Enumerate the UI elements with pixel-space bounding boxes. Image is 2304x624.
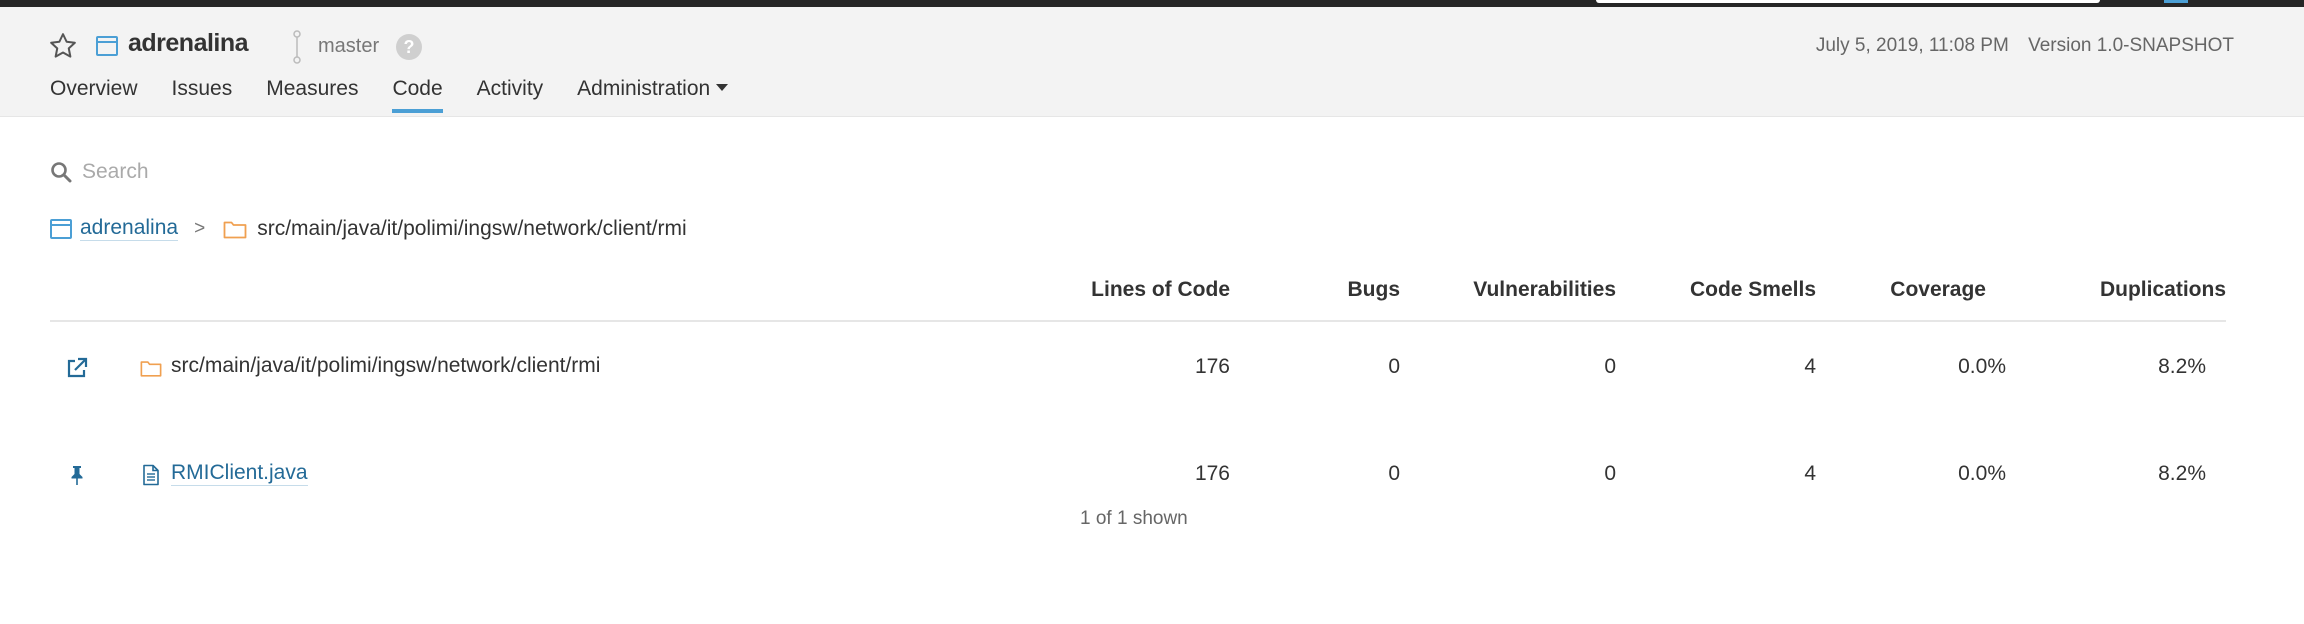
cell-code-smells[interactable]: 4 xyxy=(1804,462,1816,486)
column-bugs[interactable]: Bugs xyxy=(1348,278,1401,302)
project-nav: Overview Issues Measures Code Activity A… xyxy=(50,77,762,113)
top-navbar xyxy=(0,0,2304,7)
cell-bugs[interactable]: 0 xyxy=(1388,355,1400,379)
tab-administration[interactable]: Administration xyxy=(577,77,729,113)
column-code-smells[interactable]: Code Smells xyxy=(1690,278,1816,302)
project-version: Version 1.0-SNAPSHOT xyxy=(2028,35,2234,56)
tab-overview[interactable]: Overview xyxy=(50,77,138,113)
analysis-date: July 5, 2019, 11:08 PM xyxy=(1815,35,2009,56)
table-row: RMIClient.java 176 0 0 4 0.0% 8.2% xyxy=(50,452,2226,502)
code-search xyxy=(50,160,482,184)
help-icon[interactable]: ? xyxy=(396,34,422,60)
breadcrumb: adrenalina > src/main/java/it/polimi/ing… xyxy=(50,216,687,241)
project-icon xyxy=(96,36,118,56)
cell-vulnerabilities[interactable]: 0 xyxy=(1604,355,1616,379)
breadcrumb-project-link[interactable]: adrenalina xyxy=(80,216,179,241)
column-vulnerabilities[interactable]: Vulnerabilities xyxy=(1473,278,1616,302)
column-duplications[interactable]: Duplications xyxy=(2100,278,2226,302)
table-header: Lines of Code Bugs Vulnerabilities Code … xyxy=(50,278,2226,322)
cell-coverage[interactable]: 0.0% xyxy=(1958,355,2006,379)
project-name[interactable]: adrenalina xyxy=(128,29,249,58)
cell-vulnerabilities[interactable]: 0 xyxy=(1604,462,1616,486)
cell-duplications[interactable]: 8.2% xyxy=(2158,355,2206,379)
search-icon xyxy=(51,162,72,183)
breadcrumb-separator: > xyxy=(194,217,206,239)
tab-issues[interactable]: Issues xyxy=(172,77,233,113)
cell-code-smells[interactable]: 4 xyxy=(1804,355,1816,379)
column-lines-of-code[interactable]: Lines of Code xyxy=(1091,278,1230,302)
file-icon xyxy=(143,464,159,486)
search-input[interactable] xyxy=(82,160,482,184)
favorite-star-icon[interactable] xyxy=(48,31,78,61)
pin-icon[interactable] xyxy=(66,464,88,486)
cell-bugs[interactable]: 0 xyxy=(1388,462,1400,486)
cell-duplications[interactable]: 8.2% xyxy=(2158,462,2206,486)
external-link-icon[interactable] xyxy=(66,357,88,379)
cell-lines-of-code[interactable]: 176 xyxy=(1195,462,1230,486)
cell-coverage[interactable]: 0.0% xyxy=(1958,462,2006,486)
cell-lines-of-code[interactable]: 176 xyxy=(1195,355,1230,379)
project-header: adrenalina master ? July 5, 2019, 11:08 … xyxy=(0,7,2304,117)
global-search-bar[interactable] xyxy=(1596,0,2100,3)
branch-icon xyxy=(293,30,301,64)
project-icon xyxy=(50,218,72,239)
user-avatar[interactable] xyxy=(2164,0,2188,3)
row-name: src/main/java/it/polimi/ingsw/network/cl… xyxy=(171,354,601,377)
results-count: 1 of 1 shown xyxy=(1080,508,1188,529)
folder-icon xyxy=(140,361,162,377)
tab-code[interactable]: Code xyxy=(392,77,443,113)
breadcrumb-current-path: src/main/java/it/polimi/ingsw/network/cl… xyxy=(257,216,687,240)
table-row: src/main/java/it/polimi/ingsw/network/cl… xyxy=(50,345,2226,395)
tab-administration-label: Administration xyxy=(577,77,711,100)
chevron-down-icon xyxy=(716,83,729,91)
file-link[interactable]: RMIClient.java xyxy=(171,461,308,486)
analysis-meta: July 5, 2019, 11:08 PM Version 1.0-SNAPS… xyxy=(1802,35,2234,57)
folder-icon xyxy=(223,221,247,238)
branch-name[interactable]: master xyxy=(318,35,379,58)
column-coverage[interactable]: Coverage xyxy=(1890,278,1986,302)
tab-measures[interactable]: Measures xyxy=(266,77,358,113)
tab-activity[interactable]: Activity xyxy=(477,77,544,113)
